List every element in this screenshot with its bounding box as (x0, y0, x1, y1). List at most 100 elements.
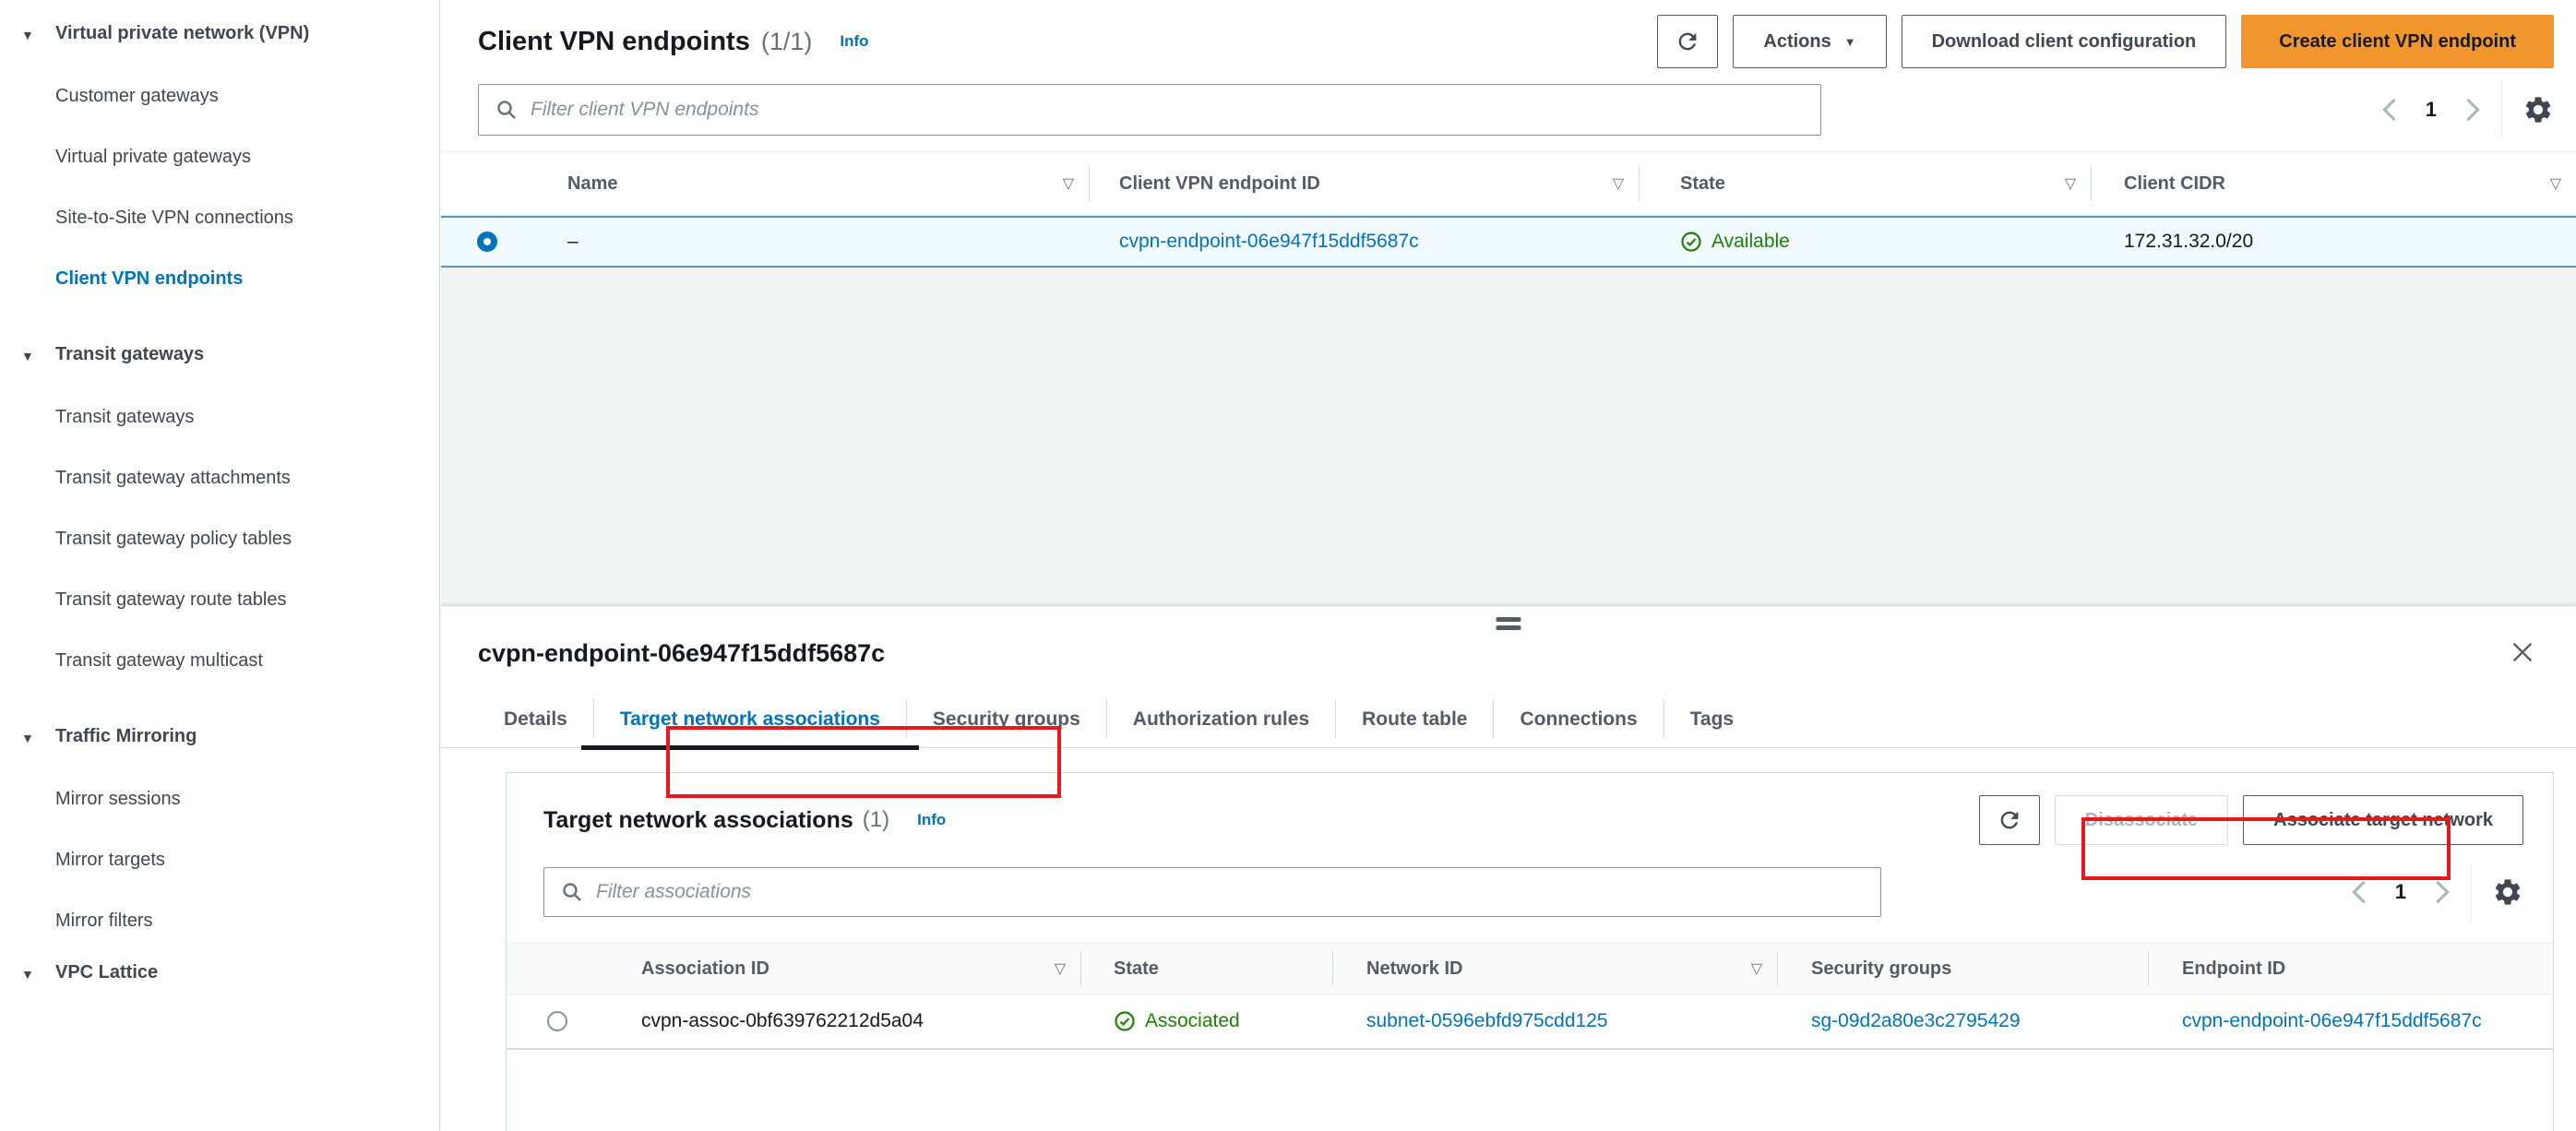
sidebar-item-site-to-site-vpn[interactable]: Site-to-Site VPN connections (55, 201, 413, 234)
search-icon (563, 883, 581, 901)
panel-title: cvpn-endpoint-06e947f15ddf5687c (478, 639, 886, 667)
sidebar-section-label: Transit gateways (55, 344, 205, 364)
info-link[interactable]: Info (840, 32, 868, 51)
prev-page-icon[interactable] (2381, 97, 2398, 123)
detail-split-panel: cvpn-endpoint-06e947f15ddf5687c Details … (441, 605, 2576, 1131)
card-count: (1) (862, 807, 890, 832)
sidebar-section-traffic-mirroring[interactable]: ▼ Traffic Mirroring (21, 720, 413, 755)
sidebar-item-mirror-filters[interactable]: Mirror filters (55, 904, 413, 937)
status-associated: Associated (1114, 1010, 1240, 1032)
client-cidr-value: 172.31.32.0/20 (2124, 231, 2254, 252)
download-label: Download client configuration (1931, 30, 2197, 52)
sidebar-item-customer-gateways[interactable]: Customer gateways (55, 79, 413, 113)
sidebar-item-transit-gateway-multicast[interactable]: Transit gateway multicast (55, 644, 413, 677)
column-endpoint-id[interactable]: Endpoint ID (2182, 958, 2285, 980)
actions-button[interactable]: Actions ▼ (1733, 15, 1887, 68)
sort-icon[interactable]: ▽ (2065, 174, 2076, 193)
sidebar-item-mirror-targets[interactable]: Mirror targets (55, 843, 413, 876)
page-number[interactable]: 1 (2426, 98, 2437, 122)
column-state[interactable]: State (1114, 958, 1159, 980)
card-refresh-button[interactable] (1978, 795, 2040, 845)
page-number[interactable]: 1 (2395, 880, 2406, 904)
column-security-groups[interactable]: Security groups (1811, 958, 1951, 980)
sidebar-section-transit-gateways[interactable]: ▼ Transit gateways (21, 338, 413, 373)
association-table-row[interactable]: cvpn-assoc-0bf639762212d5a04 Associated … (507, 994, 2553, 1050)
associations-filter-input[interactable]: Filter associations (543, 867, 1881, 917)
sidebar-section-vpc-lattice[interactable]: ▼ VPC Lattice (21, 956, 413, 991)
sort-icon[interactable]: ▽ (1613, 174, 1624, 193)
panel-drag-handle[interactable] (1496, 617, 1521, 634)
next-page-icon[interactable] (2464, 97, 2481, 123)
tab-authorization-rules[interactable]: Authorization rules (1107, 696, 1335, 747)
endpoints-table-header: Name ▽ Client VPN endpoint ID ▽ State ▽ … (441, 151, 2576, 216)
tab-connections[interactable]: Connections (1494, 696, 1663, 747)
sidebar-item-virtual-private-gateways[interactable]: Virtual private gateways (55, 140, 413, 173)
caret-down-icon: ▼ (1843, 34, 1856, 49)
column-client-cidr[interactable]: Client CIDR (2124, 173, 2225, 195)
sidebar-nav: ▼ Virtual private network (VPN) Customer… (0, 0, 440, 1131)
prev-page-icon[interactable] (2351, 879, 2367, 905)
close-panel-icon[interactable] (2510, 639, 2535, 665)
sort-icon[interactable]: ▽ (2550, 174, 2561, 193)
endpoint-filter-input[interactable]: Filter client VPN endpoints (478, 84, 1821, 136)
sidebar-item-mirror-sessions[interactable]: Mirror sessions (55, 782, 413, 816)
network-id-link[interactable]: subnet-0596ebfd975cdd125 (1366, 1010, 1608, 1032)
page-title: Client VPN endpoints (478, 26, 750, 56)
sort-icon[interactable]: ▽ (1055, 959, 1066, 978)
column-network-id[interactable]: Network ID (1366, 958, 1462, 980)
row-radio-unselected[interactable] (547, 1011, 567, 1031)
refresh-button[interactable] (1657, 15, 1719, 68)
security-group-link[interactable]: sg-09d2a80e3c2795429 (1811, 1010, 2021, 1032)
associations-table-header: Association ID ▽ State Network ID ▽ Secu… (507, 943, 2553, 994)
info-link[interactable]: Info (917, 811, 946, 829)
check-circle-icon (1681, 232, 1701, 252)
main-content: Client VPN endpoints (1/1) Info Actions … (441, 0, 2576, 605)
endpoint-id-link[interactable]: cvpn-endpoint-06e947f15ddf5687c (1119, 231, 1419, 253)
column-association-id[interactable]: Association ID (641, 958, 769, 980)
sort-icon[interactable]: ▽ (1063, 174, 1074, 193)
collapse-triangle-icon: ▼ (21, 28, 34, 42)
settings-gear-icon[interactable] (2492, 876, 2523, 908)
download-client-configuration-button[interactable]: Download client configuration (1901, 15, 2227, 68)
associate-target-network-button[interactable]: Associate target network (2243, 795, 2523, 845)
sidebar-section-label: VPC Lattice (55, 962, 159, 982)
tab-tags[interactable]: Tags (1664, 696, 1759, 747)
create-client-vpn-endpoint-button[interactable]: Create client VPN endpoint (2241, 15, 2554, 68)
panel-tabs: Details Target network associations Secu… (441, 696, 2576, 750)
filter-placeholder: Filter client VPN endpoints (531, 99, 759, 120)
target-network-associations-card: Target network associations (1) Info Dis… (506, 772, 2554, 1131)
sidebar-item-transit-gateway-route-tables[interactable]: Transit gateway route tables (55, 583, 413, 616)
sidebar-section-vpn[interactable]: ▼ Virtual private network (VPN) (21, 17, 413, 52)
disassociate-button[interactable]: Disassociate (2054, 795, 2229, 845)
collapse-triangle-icon: ▼ (21, 349, 34, 363)
row-radio-selected[interactable] (477, 232, 497, 252)
column-state[interactable]: State (1680, 173, 1725, 195)
check-circle-icon (1115, 1011, 1135, 1031)
endpoint-name: – (567, 231, 578, 252)
settings-gear-icon[interactable] (2522, 94, 2554, 125)
actions-label: Actions (1763, 30, 1831, 52)
card-title: Target network associations (543, 806, 853, 833)
vpc-console-page: ▼ Virtual private network (VPN) Customer… (0, 0, 2576, 1131)
tab-security-groups[interactable]: Security groups (907, 696, 1106, 747)
collapse-triangle-icon: ▼ (21, 731, 34, 745)
sidebar-item-transit-gateway-policy-tables[interactable]: Transit gateway policy tables (55, 522, 413, 555)
sidebar-item-transit-gateway-attachments[interactable]: Transit gateway attachments (55, 461, 413, 494)
sidebar-item-client-vpn-endpoints[interactable]: Client VPN endpoints (55, 262, 413, 295)
sort-icon[interactable]: ▽ (1751, 959, 1762, 978)
column-endpoint-id[interactable]: Client VPN endpoint ID (1119, 173, 1320, 195)
next-page-icon[interactable] (2434, 879, 2451, 905)
disassociate-label: Disassociate (2084, 809, 2199, 830)
endpoint-id-link[interactable]: cvpn-endpoint-06e947f15ddf5687c (2182, 1010, 2482, 1032)
filter-placeholder: Filter associations (596, 881, 752, 902)
search-icon (497, 101, 516, 119)
tab-details[interactable]: Details (478, 696, 593, 747)
endpoint-table-row[interactable]: – cvpn-endpoint-06e947f15ddf5687c Availa… (441, 216, 2576, 268)
tab-target-network-associations[interactable]: Target network associations (580, 696, 919, 750)
tab-route-table[interactable]: Route table (1336, 696, 1493, 747)
refresh-icon (1679, 32, 1697, 51)
sidebar-item-transit-gateways[interactable]: Transit gateways (55, 400, 413, 434)
column-name[interactable]: Name (567, 173, 617, 195)
pagination: 1 (2381, 97, 2481, 123)
associate-label: Associate target network (2273, 809, 2493, 830)
